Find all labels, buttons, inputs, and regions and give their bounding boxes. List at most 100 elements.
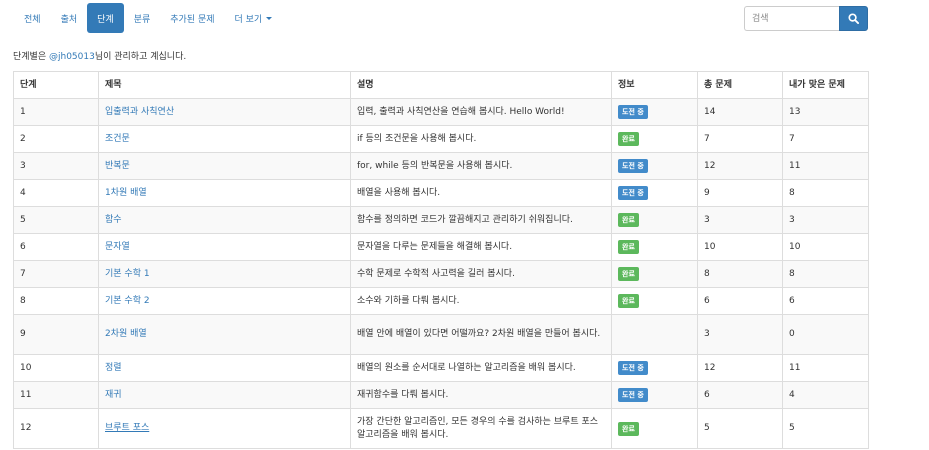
nav-tab-source[interactable]: 출처 xyxy=(51,3,88,33)
cell-title: 정렬 xyxy=(98,354,351,382)
nav-tab-added-problems[interactable]: 추가된 문제 xyxy=(160,3,224,33)
cell-total: 5 xyxy=(697,408,783,449)
cell-total: 14 xyxy=(697,98,783,126)
step-title-link[interactable]: 반복문 xyxy=(105,161,130,171)
cell-info: 완료 xyxy=(611,233,698,261)
step-title-link[interactable]: 조건문 xyxy=(105,134,130,144)
maintainer-prefix: 단계별은 xyxy=(13,52,49,62)
cell-step: 7 xyxy=(13,260,99,288)
header-step: 단계 xyxy=(13,71,99,99)
step-title-link[interactable]: 함수 xyxy=(105,215,122,225)
cell-description: 가장 간단한 알고리즘인, 모든 경우의 수를 검사하는 브루트 포스 알고리즘… xyxy=(350,408,612,449)
cell-description: 재귀함수를 다뤄 봅시다. xyxy=(350,381,612,409)
table-row: 5 함수 함수를 정의하면 코드가 깔끔해지고 관리하기 쉬워집니다. 완료 3 3 xyxy=(13,206,869,234)
cell-title: 재귀 xyxy=(98,381,351,409)
cell-info: 완료 xyxy=(611,206,698,234)
cell-solved: 11 xyxy=(782,152,869,180)
cell-title: 기본 수학 1 xyxy=(98,260,351,288)
table-row: 12 브루트 포스 가장 간단한 알고리즘인, 모든 경우의 수를 검사하는 브루트… xyxy=(13,408,869,449)
nav-more-dropdown[interactable]: 더 보기 xyxy=(225,3,283,33)
table-row: 6 문자열 문자열을 다루는 문제들을 해결해 봅시다. 완료 10 10 xyxy=(13,233,869,261)
cell-total: 6 xyxy=(697,287,783,315)
maintainer-suffix: 님이 관리하고 계십니다. xyxy=(94,52,187,62)
cell-info: 도전 중 xyxy=(611,98,698,126)
table-row: 9 2차원 배열 배열 안에 배열이 있다면 어떨까요? 2차원 배열을 만들어 봅… xyxy=(13,314,869,355)
status-badge: 완료 xyxy=(618,213,639,227)
step-title-link[interactable]: 1차원 배열 xyxy=(105,188,147,198)
cell-solved: 3 xyxy=(782,206,869,234)
header-info: 정보 xyxy=(611,71,698,99)
cell-total: 12 xyxy=(697,152,783,180)
maintainer-user-link[interactable]: @jh05013 xyxy=(49,52,95,62)
cell-solved: 8 xyxy=(782,260,869,288)
status-badge: 도전 중 xyxy=(618,159,648,173)
status-badge: 완료 xyxy=(618,240,639,254)
cell-step: 1 xyxy=(13,98,99,126)
table-body: 1 입출력과 사칙연산 입력, 출력과 사칙연산을 연습해 봅시다. Hello W… xyxy=(13,98,869,449)
status-badge: 완료 xyxy=(618,267,639,281)
cell-solved: 6 xyxy=(782,287,869,315)
status-badge: 도전 중 xyxy=(618,388,648,402)
nav-tab-category[interactable]: 분류 xyxy=(124,3,161,33)
cell-title: 입출력과 사칙연산 xyxy=(98,98,351,126)
top-nav: 전체 출처 단계 분류 추가된 문제 더 보기 xyxy=(14,3,282,33)
cell-info: 도전 중 xyxy=(611,354,698,382)
step-title-link[interactable]: 재귀 xyxy=(105,390,122,400)
step-title-link[interactable]: 기본 수학 2 xyxy=(105,296,150,306)
nav-more-label: 더 보기 xyxy=(234,14,263,25)
cell-info: 완료 xyxy=(611,260,698,288)
search-button[interactable] xyxy=(839,6,868,31)
cell-solved: 7 xyxy=(782,125,869,153)
cell-solved: 4 xyxy=(782,381,869,409)
header-title: 제목 xyxy=(98,71,351,99)
status-badge: 완료 xyxy=(618,294,639,308)
step-title-link[interactable]: 2차원 배열 xyxy=(105,329,147,339)
table-row: 4 1차원 배열 배열을 사용해 봅시다. 도전 중 98 xyxy=(13,179,869,207)
step-title-link[interactable]: 문자열 xyxy=(105,242,130,252)
cell-step: 6 xyxy=(13,233,99,261)
cell-info: 완료 xyxy=(611,125,698,153)
table-row: 10 정렬 배열의 원소를 순서대로 나열하는 알고리즘을 배워 봅시다. 도전 중 1… xyxy=(13,354,869,382)
cell-step: 3 xyxy=(13,152,99,180)
step-title-link[interactable]: 브루트 포스 xyxy=(105,423,149,433)
table-row: 8 기본 수학 2 소수와 기하를 다뤄 봅시다. 완료 6 6 xyxy=(13,287,869,315)
cell-title: 1차원 배열 xyxy=(98,179,351,207)
cell-description: 문자열을 다루는 문제들을 해결해 봅시다. xyxy=(350,233,612,261)
cell-description: 배열 안에 배열이 있다면 어떨까요? 2차원 배열을 만들어 봅시다. xyxy=(350,314,612,355)
cell-description: 수학 문제로 수학적 사고력을 길러 봅시다. xyxy=(350,260,612,288)
cell-total: 12 xyxy=(697,354,783,382)
table-row: 11 재귀 재귀함수를 다뤄 봅시다. 도전 중 64 xyxy=(13,381,869,409)
status-badge: 완료 xyxy=(618,421,639,436)
step-title-link[interactable]: 정렬 xyxy=(105,363,122,373)
cell-description: for, while 등의 반복문을 사용해 봅시다. xyxy=(350,152,612,180)
step-title-link[interactable]: 기본 수학 1 xyxy=(105,269,150,279)
table-row: 2 조건문 if 등의 조건문을 사용해 봅시다. 완료 7 7 xyxy=(13,125,869,153)
step-title-link[interactable]: 입출력과 사칙연산 xyxy=(105,107,174,117)
cell-description: if 등의 조건문을 사용해 봅시다. xyxy=(350,125,612,153)
cell-step: 2 xyxy=(13,125,99,153)
cell-description: 배열의 원소를 순서대로 나열하는 알고리즘을 배워 봅시다. xyxy=(350,354,612,382)
nav-tab-all[interactable]: 전체 xyxy=(14,3,51,33)
cell-total: 6 xyxy=(697,381,783,409)
cell-info: 도전 중 xyxy=(611,381,698,409)
cell-total: 9 xyxy=(697,179,783,207)
header-solved: 내가 맞은 문제 xyxy=(782,71,869,99)
cell-solved: 0 xyxy=(782,314,869,355)
table-row: 1 입출력과 사칙연산 입력, 출력과 사칙연산을 연습해 봅시다. Hello W… xyxy=(13,98,869,126)
cell-description: 배열을 사용해 봅시다. xyxy=(350,179,612,207)
search-input[interactable] xyxy=(744,6,839,31)
cell-title: 기본 수학 2 xyxy=(98,287,351,315)
nav-tab-step[interactable]: 단계 xyxy=(87,3,124,33)
cell-total: 3 xyxy=(697,314,783,355)
cell-step: 9 xyxy=(13,314,99,355)
search-form xyxy=(744,6,868,31)
cell-info: 완료 xyxy=(611,408,698,449)
cell-description: 입력, 출력과 사칙연산을 연습해 봅시다. Hello World! xyxy=(350,98,612,126)
cell-step: 4 xyxy=(13,179,99,207)
cell-description: 함수를 정의하면 코드가 깔끔해지고 관리하기 쉬워집니다. xyxy=(350,206,612,234)
table-header-row: 단계 제목 설명 정보 총 문제 내가 맞은 문제 xyxy=(13,71,869,99)
cell-total: 3 xyxy=(697,206,783,234)
table-row: 3 반복문 for, while 등의 반복문을 사용해 봅시다. 도전 중 12 11 xyxy=(13,152,869,180)
table-row: 7 기본 수학 1 수학 문제로 수학적 사고력을 길러 봅시다. 완료 8 8 xyxy=(13,260,869,288)
cell-info: 도전 중 xyxy=(611,179,698,207)
